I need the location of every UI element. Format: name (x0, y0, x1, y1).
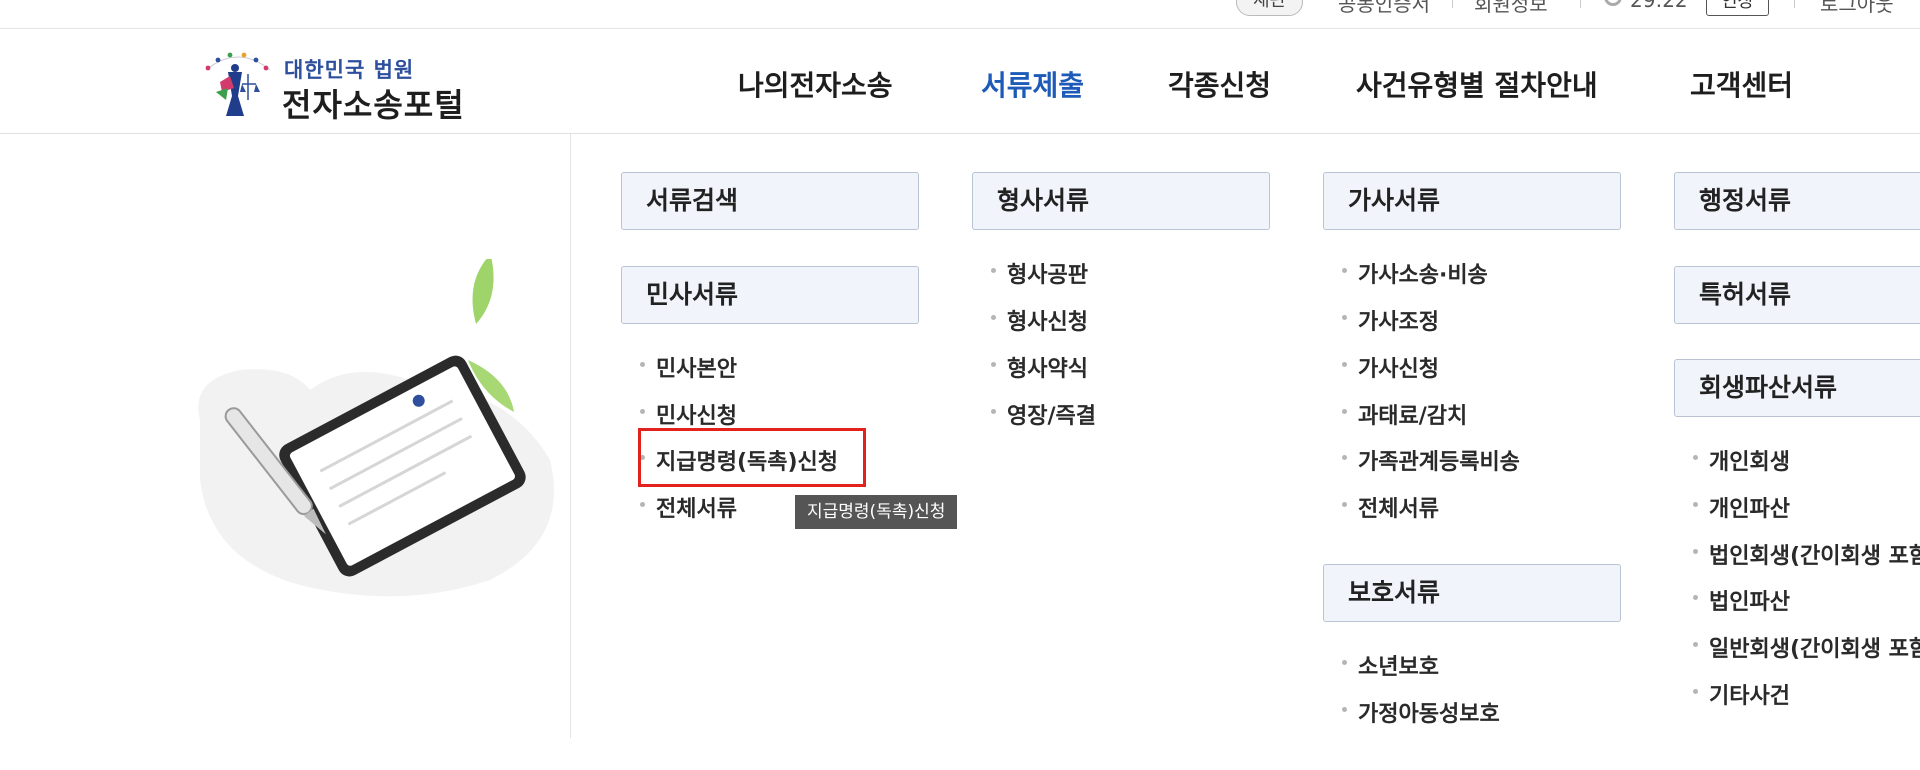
selection-highlight (638, 428, 866, 487)
nav-procedure-guide[interactable]: 사건유형별 절차안내 (1356, 64, 1598, 104)
menu-link-civil-main[interactable]: 민사본안 (640, 351, 737, 383)
link-label: 형사공판 (1007, 263, 1088, 288)
bullet-icon (991, 315, 996, 320)
bullet-icon (1342, 268, 1347, 273)
bullet-icon (991, 362, 996, 367)
link-label: 기타사건 (1709, 684, 1790, 709)
bullet-icon (1693, 642, 1698, 647)
link-label: 일반회생(간이회생 포함) (1709, 637, 1920, 662)
menu-link-juvenile-protection[interactable]: 소년보호 (1342, 649, 1439, 681)
category-document-search[interactable]: 서류검색 (621, 172, 919, 230)
link-label: 법인파산 (1709, 590, 1790, 615)
bullet-icon (1342, 409, 1347, 414)
bullet-icon (640, 409, 645, 414)
link-label: 형사약식 (1007, 357, 1088, 382)
bullet-icon (1693, 689, 1698, 694)
certificate-link[interactable]: 공동인증서 (1338, 0, 1430, 17)
court-emblem-icon (205, 52, 271, 116)
bullet-icon (1342, 315, 1347, 320)
menu-link-general-rehab[interactable]: 일반회생(간이회생 포함) (1693, 631, 1920, 663)
category-protection-documents[interactable]: 보호서류 (1323, 564, 1621, 622)
member-info-link[interactable]: 회원정보 (1474, 0, 1548, 17)
link-label: 가사신청 (1358, 357, 1439, 382)
nav-my-ecourt[interactable]: 나의전자소송 (738, 64, 893, 104)
bullet-icon (1693, 455, 1698, 460)
category-patent-documents[interactable]: 특허서류 (1674, 266, 1920, 324)
site-logo[interactable]: 대한민국 법원 전자소송포털 (198, 48, 498, 124)
link-label: 개인회생 (1709, 450, 1790, 475)
session-timer: 29:22 (1630, 0, 1688, 12)
bullet-icon (1693, 502, 1698, 507)
bullet-icon (1342, 502, 1347, 507)
link-label: 법인회생(간이회생 포함) (1709, 544, 1920, 569)
link-label: 전체서류 (656, 497, 737, 522)
timer-icon (1604, 0, 1622, 6)
link-label: 민사신청 (656, 404, 737, 429)
divider (1580, 0, 1581, 8)
link-label: 소년보호 (1358, 655, 1439, 680)
category-civil-documents[interactable]: 민사서류 (621, 266, 919, 324)
menu-link-family-application[interactable]: 가사신청 (1342, 351, 1439, 383)
menu-link-individual-rehab[interactable]: 개인회생 (1693, 444, 1790, 476)
link-label: 전체서류 (1358, 497, 1439, 522)
bullet-icon (640, 362, 645, 367)
menu-link-corporate-bankruptcy[interactable]: 법인파산 (1693, 584, 1790, 616)
utility-bar: 재판 공동인증서 회원정보 29:22 연장 로그아웃 (0, 0, 1920, 29)
menu-link-criminal-summary[interactable]: 형사약식 (991, 351, 1088, 383)
link-label: 민사본안 (656, 357, 737, 382)
menu-link-civil-application[interactable]: 민사신청 (640, 398, 737, 430)
link-label: 형사신청 (1007, 310, 1088, 335)
menu-link-fine-detention[interactable]: 과태료/감치 (1342, 398, 1468, 430)
bullet-icon (991, 409, 996, 414)
bullet-icon (1342, 660, 1347, 665)
menu-link-family-all[interactable]: 전체서류 (1342, 491, 1439, 523)
bullet-icon (1342, 707, 1347, 712)
bullet-icon (1342, 455, 1347, 460)
divider (1794, 0, 1795, 8)
menu-link-family-mediation[interactable]: 가사조정 (1342, 304, 1439, 336)
logout-link[interactable]: 로그아웃 (1820, 0, 1894, 17)
menu-link-other-cases[interactable]: 기타사건 (1693, 678, 1790, 710)
menu-link-criminal-trial[interactable]: 형사공판 (991, 257, 1088, 289)
menu-link-family-registration[interactable]: 가족관계등록비송 (1342, 444, 1520, 476)
link-label: 가정아동성보호 (1358, 702, 1500, 727)
bullet-icon (1693, 595, 1698, 600)
tablet-illustration (198, 259, 555, 597)
header: 대한민국 법원 전자소송포털 나의전자소송 서류제출 각종신청 사건유형별 절차… (0, 28, 1920, 134)
link-label: 영장/즉결 (1007, 404, 1096, 429)
bullet-icon (1693, 549, 1698, 554)
menu-link-warrant[interactable]: 영장/즉결 (991, 398, 1096, 430)
logo-title: 전자소송포털 (282, 86, 465, 124)
category-criminal-documents[interactable]: 형사서류 (972, 172, 1270, 230)
link-label: 개인파산 (1709, 497, 1790, 522)
category-family-documents[interactable]: 가사서류 (1323, 172, 1621, 230)
link-label: 가족관계등록비송 (1358, 450, 1520, 475)
tooltip: 지급명령(독촉)신청 (795, 495, 958, 529)
menu-link-corporate-rehab[interactable]: 법인회생(간이회생 포함) (1693, 538, 1920, 570)
nav-applications[interactable]: 각종신청 (1168, 64, 1271, 104)
link-label: 가사조정 (1358, 310, 1439, 335)
trial-button[interactable]: 재판 (1236, 0, 1304, 16)
link-label: 가사소송·비송 (1358, 263, 1488, 288)
link-label: 과태료/감치 (1358, 404, 1468, 429)
nav-customer-center[interactable]: 고객센터 (1690, 64, 1793, 104)
extend-session-button[interactable]: 연장 (1706, 0, 1770, 16)
bullet-icon (1342, 362, 1347, 367)
nav-document-submit[interactable]: 서류제출 (981, 64, 1084, 104)
category-rehabilitation-documents[interactable]: 회생파산서류 (1674, 359, 1920, 417)
bullet-icon (991, 268, 996, 273)
divider (1452, 0, 1453, 8)
menu-link-civil-all[interactable]: 전체서류 (640, 491, 737, 523)
menu-link-criminal-application[interactable]: 형사신청 (991, 304, 1088, 336)
menu-link-family-litigation[interactable]: 가사소송·비송 (1342, 257, 1488, 289)
menu-link-individual-bankruptcy[interactable]: 개인파산 (1693, 491, 1790, 523)
menu-link-domestic-protection[interactable]: 가정아동성보호 (1342, 696, 1500, 728)
bullet-icon (640, 502, 645, 507)
category-administrative-documents[interactable]: 행정서류 (1674, 172, 1920, 230)
